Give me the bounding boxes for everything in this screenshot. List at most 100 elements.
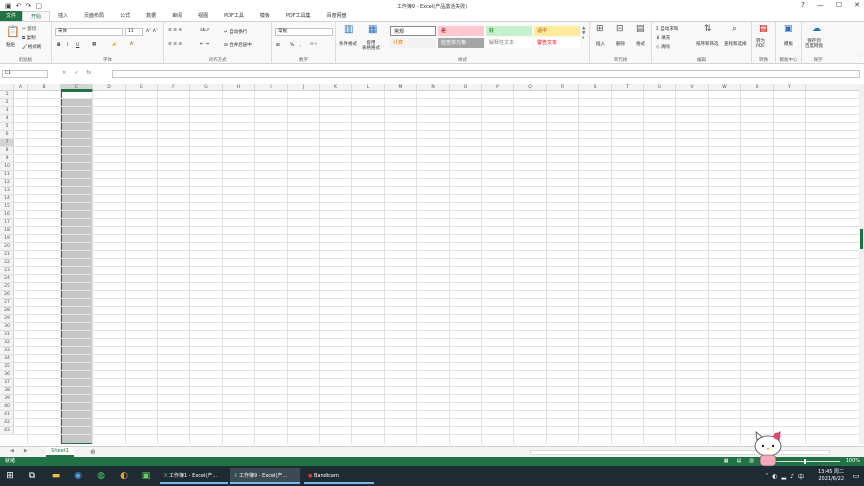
row-header-43[interactable]: 43: [0, 427, 14, 435]
row-header-33[interactable]: 33: [0, 347, 14, 355]
find-select-button[interactable]: 查找和选择: [724, 41, 747, 47]
taskbar-bandicam[interactable]: ● Bandicam: [304, 468, 374, 484]
ime-icon[interactable]: 中: [798, 472, 804, 481]
row-header-6[interactable]: 6: [0, 131, 14, 139]
cell-style-2[interactable]: 好: [486, 26, 532, 36]
fill-button[interactable]: ⬇ 填充: [656, 35, 670, 41]
browser-icon[interactable]: ◉: [72, 470, 84, 482]
row-header-4[interactable]: 4: [0, 115, 14, 123]
collapse-ribbon-icon[interactable]: ˄: [858, 56, 860, 61]
row-header-15[interactable]: 15: [0, 203, 14, 211]
autosum-button[interactable]: Σ 自动求和: [656, 26, 678, 32]
merge-center-button[interactable]: ⊟ 合并后居中: [224, 42, 252, 48]
row-header-16[interactable]: 16: [0, 211, 14, 219]
column-header-k[interactable]: K: [320, 84, 352, 91]
volume-icon[interactable]: ♪: [790, 473, 794, 480]
tray-chevron-icon[interactable]: ˄: [765, 473, 768, 480]
row-header-11[interactable]: 11: [0, 171, 14, 179]
sort-filter-button[interactable]: 排序和筛选: [696, 41, 719, 47]
row-header-39[interactable]: 39: [0, 395, 14, 403]
cell-style-1[interactable]: 差: [438, 26, 484, 36]
taskbar-excel-1[interactable]: X 工作簿1 - Excel(产...: [160, 468, 228, 484]
font-name-select[interactable]: 宋体: [55, 28, 123, 36]
decimal-icon[interactable]: ⁰⁰ ⁰: [310, 43, 317, 48]
currency-icon[interactable]: ⊞: [276, 43, 280, 48]
tab-templates[interactable]: 模板: [252, 11, 278, 21]
tab-insert[interactable]: 插入: [50, 11, 76, 21]
insert-cells-button[interactable]: 插入: [596, 41, 605, 47]
column-header-o[interactable]: O: [450, 84, 482, 91]
percent-button[interactable]: %: [290, 43, 294, 48]
row-header-1[interactable]: 1: [0, 91, 14, 99]
close-button[interactable]: ✕: [854, 1, 860, 9]
sort-filter-icon[interactable]: ⇅: [704, 25, 712, 34]
format-cells-icon[interactable]: ▤: [636, 25, 645, 34]
zoom-knob[interactable]: [804, 459, 806, 464]
cell-style-4[interactable]: 计算: [390, 38, 436, 48]
row-header-26[interactable]: 26: [0, 291, 14, 299]
column-header-l[interactable]: L: [352, 84, 385, 91]
taskbar-excel-9[interactable]: X 工作簿9 - Excel(产...: [230, 468, 300, 484]
cancel-icon[interactable]: ✕: [62, 70, 66, 76]
task-view-icon[interactable]: ⧉: [26, 470, 38, 482]
format-table-button[interactable]: 套用 表格格式: [362, 41, 380, 51]
tab-pdf-toolset[interactable]: PDF工具集: [278, 11, 319, 21]
row-header-35[interactable]: 35: [0, 363, 14, 371]
worksheet-grid[interactable]: ABCDEFGHIJKLMNOPQRSTUVWXY 1 2 3 4 5 6 7 8 9 10 11 1…: [0, 84, 864, 444]
column-header-c[interactable]: C: [61, 84, 93, 91]
row-header-31[interactable]: 31: [0, 331, 14, 339]
page-layout-view-icon[interactable]: ▤: [737, 457, 742, 466]
clear-button[interactable]: ◇ 清除: [656, 44, 670, 50]
windows-start-icon[interactable]: ⊞: [4, 470, 16, 482]
grow-font-icon[interactable]: A˄ A˅: [146, 29, 158, 34]
row-header-41[interactable]: 41: [0, 411, 14, 419]
column-header-j[interactable]: J: [288, 84, 320, 91]
row-header-17[interactable]: 17: [0, 219, 14, 227]
sheet-prev-icon[interactable]: ◀: [10, 448, 14, 454]
app-green-icon[interactable]: ◍: [95, 470, 107, 482]
file-explorer-icon[interactable]: ▬: [50, 470, 62, 482]
paste-button[interactable]: 粘贴: [6, 42, 15, 48]
enter-icon[interactable]: ✓: [74, 70, 78, 76]
clock[interactable]: 13:45 周二 2021/6/22: [818, 469, 844, 483]
tab-page-layout[interactable]: 页面布局: [76, 11, 112, 21]
notification-icon[interactable]: ▭: [850, 470, 862, 482]
row-header-29[interactable]: 29: [0, 315, 14, 323]
name-box[interactable]: C1: [2, 70, 48, 78]
orientation-icon[interactable]: ab↗: [200, 28, 209, 33]
zoom-level[interactable]: 100%: [846, 457, 860, 466]
row-header-38[interactable]: 38: [0, 387, 14, 395]
cloud-save-icon[interactable]: ☁: [812, 25, 821, 34]
column-header-i[interactable]: I: [255, 84, 288, 91]
format-table-icon[interactable]: ▦: [368, 25, 377, 35]
align-top-icon[interactable]: ≡ ≡ ≡: [168, 28, 182, 33]
vertical-scrollbar[interactable]: [859, 84, 864, 444]
fill-color-icon[interactable]: ◢: [112, 42, 115, 47]
row-header-3[interactable]: 3: [0, 107, 14, 115]
row-header-20[interactable]: 20: [0, 243, 14, 251]
column-header-u[interactable]: U: [644, 84, 676, 91]
column-header-e[interactable]: E: [126, 84, 158, 91]
row-header-10[interactable]: 10: [0, 163, 14, 171]
font-color-icon[interactable]: A: [130, 42, 133, 47]
paste-icon[interactable]: 📋: [6, 26, 20, 37]
row-header-36[interactable]: 36: [0, 371, 14, 379]
insert-cells-icon[interactable]: ⊞: [596, 25, 604, 34]
chrome-icon[interactable]: ◐: [118, 470, 130, 482]
sheet-tab[interactable]: Sheet1: [46, 447, 74, 457]
row-header-9[interactable]: 9: [0, 155, 14, 163]
conditional-format-button[interactable]: 条件格式: [339, 41, 357, 47]
minimize-button[interactable]: —: [817, 1, 824, 9]
column-header-b[interactable]: B: [28, 84, 61, 91]
tab-data[interactable]: 数据: [138, 11, 164, 21]
column-header-s[interactable]: S: [579, 84, 612, 91]
find-select-icon[interactable]: ⌕: [732, 25, 737, 34]
copy-button[interactable]: ⧉ 复制: [22, 35, 36, 41]
column-header-y[interactable]: Y: [774, 84, 806, 91]
row-header-12[interactable]: 12: [0, 179, 14, 187]
delete-cells-icon[interactable]: ⊟: [616, 25, 624, 34]
cell-style-3[interactable]: 适中: [534, 26, 580, 36]
row-header-19[interactable]: 19: [0, 235, 14, 243]
tab-pdf-tools[interactable]: PDF工具: [216, 11, 252, 21]
column-header-f[interactable]: F: [158, 84, 190, 91]
